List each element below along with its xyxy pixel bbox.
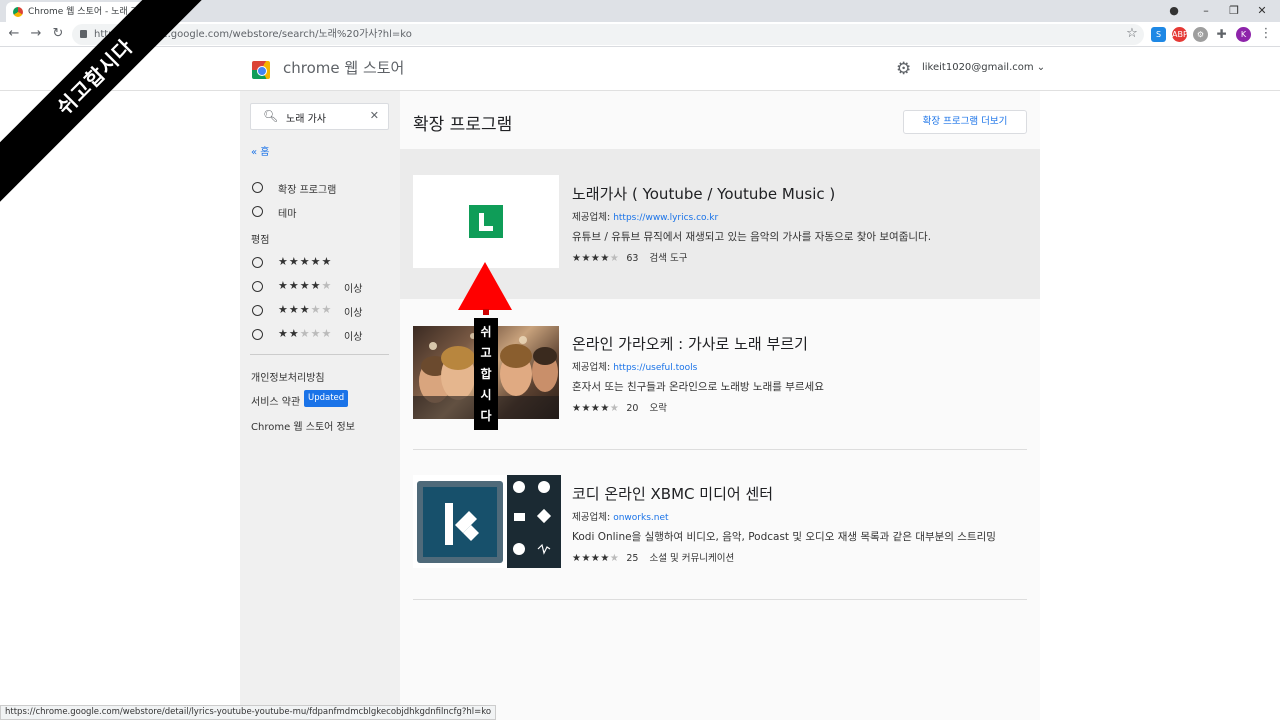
updated-badge: Updated	[304, 390, 349, 407]
address-bar[interactable]: https://chrome.google.com/webstore/searc…	[72, 24, 1144, 45]
item-description: Kodi Online을 실행하여 비디오, 음악, Podcast 및 오디오…	[572, 531, 996, 543]
more-extensions-button[interactable]: 확장 프로그램 더보기	[903, 110, 1027, 134]
kodi-logo-icon	[417, 475, 561, 568]
lock-icon	[80, 30, 87, 38]
account-email: likeit1020@gmail.com	[922, 62, 1034, 73]
item-divider	[413, 599, 1027, 600]
sidebar-divider	[250, 354, 389, 355]
vertical-char: 시	[480, 388, 492, 402]
page-title: 확장 프로그램	[413, 115, 513, 135]
rating-stars: ★★★★★	[572, 553, 620, 564]
lyrics-logo-icon	[469, 205, 503, 238]
rating-4-radio[interactable]	[252, 281, 263, 292]
item-provider: 제공업체: https://www.lyrics.co.kr	[572, 209, 718, 223]
profile-menu-icon[interactable]: ●	[1166, 3, 1182, 19]
account-menu[interactable]: likeit1020@gmail.com ⌄	[922, 62, 1045, 73]
item-title[interactable]: 코디 온라인 XBMC 미디어 센터	[572, 483, 773, 504]
filter-extensions-label[interactable]: 확장 프로그램	[278, 181, 336, 196]
rating-3-stars[interactable]: ★★★★★	[278, 303, 332, 316]
provider-link[interactable]: https://useful.tools	[613, 363, 697, 373]
terms-of-service-link[interactable]: 서비스 약관	[251, 393, 300, 408]
item-rating: ★★★★★ 63 검색 도구	[572, 250, 687, 264]
profile-avatar-icon[interactable]: K	[1236, 27, 1251, 42]
minimize-icon[interactable]: –	[1198, 3, 1214, 19]
back-icon[interactable]: ←	[6, 26, 22, 42]
rating-section-label: 평점	[251, 235, 270, 246]
rating-count: 63	[626, 253, 639, 264]
item-category: 소셜 및 커뮤니케이션	[649, 553, 735, 564]
rating-count: 20	[626, 403, 639, 414]
item-category: 검색 도구	[649, 253, 688, 264]
extension-settings-icon[interactable]: ⚙	[1193, 27, 1208, 42]
item-title[interactable]: 온라인 가라오케 : 가사로 노래 부르기	[572, 333, 808, 354]
item-description: 유튜브 / 유튜브 뮤직에서 재생되고 있는 음악의 가사를 자동으로 찾아 보…	[572, 231, 932, 243]
rating-2-stars[interactable]: ★★★★★	[278, 327, 332, 340]
rating-4-suffix: 이상	[344, 284, 363, 295]
provider-label: 제공업체:	[572, 362, 611, 373]
red-triangle-marker	[458, 262, 512, 310]
search-icon: 🔍︎	[263, 109, 279, 123]
adblock-icon[interactable]: ABP	[1172, 27, 1188, 42]
vertical-char: 고	[480, 346, 492, 360]
privacy-policy-link[interactable]: 개인정보처리방침	[251, 369, 325, 384]
rating-4-stars[interactable]: ★★★★★	[278, 279, 332, 292]
vertical-char: 다	[480, 409, 492, 423]
search-input[interactable]: 노래 가사	[286, 110, 326, 125]
item-description: 혼자서 또는 친구들과 온라인으로 노래방 노래를 부르세요	[572, 381, 824, 393]
rating-2-radio[interactable]	[252, 329, 263, 340]
about-store-link[interactable]: Chrome 웹 스토어 정보	[251, 418, 355, 433]
item-thumbnail	[413, 475, 561, 568]
close-icon[interactable]: ✕	[1254, 3, 1270, 19]
extension-translate-icon[interactable]: S	[1151, 27, 1166, 42]
item-title[interactable]: 노래가사 ( Youtube / Youtube Music )	[572, 183, 835, 204]
restore-icon[interactable]: ❐	[1226, 3, 1242, 19]
rating-stars: ★★★★★	[572, 403, 620, 414]
store-title[interactable]: chrome 웹 스토어	[283, 57, 404, 78]
rating-stars: ★★★★★	[572, 253, 620, 264]
provider-link[interactable]: onworks.net	[613, 513, 668, 523]
store-header: chrome 웹 스토어 ⚙ likeit1020@gmail.com ⌄	[0, 47, 1280, 91]
rating-3-suffix: 이상	[344, 308, 363, 319]
search-box[interactable]: 🔍︎ 노래 가사 ✕	[250, 103, 389, 130]
item-category: 오락	[649, 403, 667, 414]
browser-toolbar: ← → ↻ https://chrome.google.com/webstore…	[0, 22, 1280, 47]
filter-extensions-radio[interactable]	[252, 182, 263, 193]
rating-5-stars[interactable]: ★★★★★	[278, 255, 332, 268]
filter-themes-label[interactable]: 테마	[278, 205, 296, 220]
sidebar: 🔍︎ 노래 가사 ✕ « 홈 확장 프로그램 테마 평점 ★★★★★ ★★★★★…	[240, 91, 400, 720]
vertical-label: 쉬 고 합 시 다	[474, 318, 498, 430]
item-rating: ★★★★★ 20 오락	[572, 400, 667, 414]
reload-icon[interactable]: ↻	[50, 26, 66, 42]
list-item[interactable]: 코디 온라인 XBMC 미디어 센터 제공업체: onworks.net Kod…	[400, 449, 1040, 599]
chevron-down-icon: ⌄	[1036, 62, 1046, 73]
chrome-webstore-favicon-icon	[13, 7, 23, 17]
item-rating: ★★★★★ 25 소셜 및 커뮤니케이션	[572, 550, 734, 564]
clear-search-icon[interactable]: ✕	[370, 109, 379, 122]
extensions-puzzle-icon[interactable]: ✚	[1214, 27, 1229, 42]
gear-icon[interactable]: ⚙	[896, 59, 911, 79]
forward-icon[interactable]: →	[28, 26, 44, 42]
status-bar: https://chrome.google.com/webstore/detai…	[0, 705, 497, 720]
vertical-char: 쉬	[480, 325, 492, 339]
provider-label: 제공업체:	[572, 212, 611, 223]
rating-2-suffix: 이상	[344, 332, 363, 343]
item-thumbnail	[413, 175, 559, 268]
bookmark-star-icon[interactable]: ☆	[1124, 26, 1140, 42]
home-link[interactable]: « 홈	[251, 143, 270, 158]
vertical-char: 합	[480, 367, 492, 381]
filter-themes-radio[interactable]	[252, 206, 263, 217]
chrome-menu-icon[interactable]: ⋮	[1258, 26, 1274, 42]
item-provider: 제공업체: onworks.net	[572, 509, 669, 523]
item-provider: 제공업체: https://useful.tools	[572, 359, 697, 373]
rating-3-radio[interactable]	[252, 305, 263, 316]
chrome-webstore-logo-icon[interactable]	[252, 61, 270, 79]
rating-5-radio[interactable]	[252, 257, 263, 268]
provider-label: 제공업체:	[572, 512, 611, 523]
marker-stem	[483, 309, 489, 315]
rating-count: 25	[626, 553, 639, 564]
provider-link[interactable]: https://www.lyrics.co.kr	[613, 213, 718, 223]
